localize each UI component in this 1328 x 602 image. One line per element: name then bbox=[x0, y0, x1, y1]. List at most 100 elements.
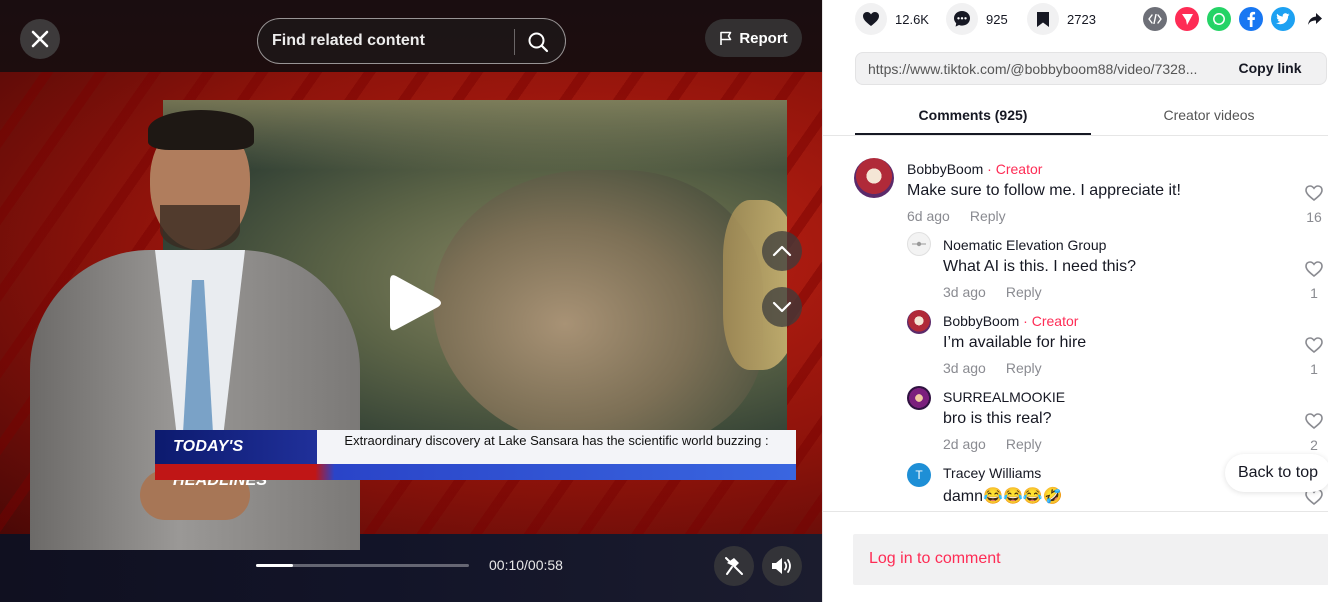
reply-button[interactable]: Reply bbox=[1006, 436, 1042, 452]
tiktok-video-page: TODAY'S HEADLINES Extraordinary discover… bbox=[0, 0, 1328, 602]
video-time: 00:10/00:58 bbox=[489, 557, 563, 573]
comment-meta: 3d ago Reply bbox=[943, 360, 1042, 376]
like-action[interactable]: 12.6K bbox=[855, 2, 929, 36]
embed-button[interactable] bbox=[1143, 7, 1167, 31]
floating-player-icon bbox=[725, 557, 743, 575]
anchor-beard bbox=[160, 205, 240, 250]
comment-like[interactable]: 1 bbox=[1303, 336, 1325, 377]
fish-fin bbox=[723, 200, 787, 370]
share-icons bbox=[1143, 7, 1327, 31]
whatsapp-icon bbox=[1213, 13, 1225, 25]
heart-outline-icon bbox=[1305, 261, 1323, 278]
video-player[interactable]: TODAY'S HEADLINES Extraordinary discover… bbox=[0, 0, 822, 602]
ticker-message: Extraordinary discovery at Lake Sansara … bbox=[317, 430, 796, 464]
side-tabs: Comments (925) Creator videos bbox=[855, 96, 1328, 136]
comment-like-count: 16 bbox=[1306, 209, 1322, 225]
comment-text: bro is this real? bbox=[943, 410, 1052, 427]
comment-time: 3d ago bbox=[943, 360, 986, 376]
comment-count: 925 bbox=[986, 11, 1008, 27]
comment-icon bbox=[954, 11, 970, 27]
facebook-icon bbox=[1247, 11, 1256, 27]
search-input[interactable] bbox=[272, 19, 508, 63]
avatar[interactable] bbox=[854, 158, 894, 198]
comment-text: damn😂😂😂🤣 bbox=[943, 488, 1063, 505]
comment-like[interactable]: 16 bbox=[1303, 184, 1325, 225]
save-button[interactable] bbox=[1027, 3, 1059, 35]
reply-button[interactable]: Reply bbox=[970, 208, 1006, 224]
video-progress-bar[interactable] bbox=[256, 564, 469, 567]
comment-author-name: SURREALMOOKIE bbox=[943, 389, 1066, 405]
comment-like-count: 1 bbox=[1310, 361, 1318, 377]
send-icon bbox=[1181, 13, 1193, 25]
comment-author-name: BobbyBoom bbox=[907, 161, 984, 177]
avatar[interactable] bbox=[907, 310, 931, 334]
close-button[interactable] bbox=[20, 19, 60, 59]
tab-comments[interactable]: Comments (925) bbox=[855, 96, 1091, 135]
volume-icon bbox=[772, 558, 791, 574]
login-to-comment-link[interactable]: Log in to comment bbox=[869, 550, 1001, 568]
comment-time: 3d ago bbox=[943, 284, 986, 300]
reply-item: Noematic Elevation Group What AI is this… bbox=[823, 232, 1328, 308]
comment-button[interactable] bbox=[946, 3, 978, 35]
heart-outline-icon bbox=[1305, 337, 1323, 354]
twitter-share-button[interactable] bbox=[1271, 7, 1295, 31]
bookmark-icon bbox=[1037, 11, 1049, 27]
comment-author[interactable]: BobbyBoom · Creator bbox=[907, 161, 1042, 177]
org-logo-icon bbox=[912, 241, 926, 247]
comment-like[interactable]: 2 bbox=[1303, 412, 1325, 453]
close-icon bbox=[31, 30, 49, 48]
heart-outline-icon bbox=[1305, 413, 1323, 430]
creator-badge: · Creator bbox=[1023, 313, 1079, 329]
ticker-tag: TODAY'S HEADLINES bbox=[155, 430, 317, 489]
heart-outline-icon bbox=[1305, 185, 1323, 202]
comment-author-name: Noematic Elevation Group bbox=[943, 237, 1107, 253]
video-progress-fill bbox=[256, 564, 293, 567]
avatar[interactable] bbox=[907, 232, 931, 256]
avatar[interactable]: T bbox=[907, 463, 931, 487]
more-share-button[interactable] bbox=[1303, 7, 1327, 31]
comment-author[interactable]: Noematic Elevation Group bbox=[943, 237, 1106, 253]
avatar[interactable] bbox=[907, 386, 931, 410]
whatsapp-share-button[interactable] bbox=[1207, 7, 1231, 31]
comment-like-count: 2 bbox=[1310, 437, 1318, 453]
send-to-friends-button[interactable] bbox=[1175, 7, 1199, 31]
save-action[interactable]: 2723 bbox=[1027, 2, 1096, 36]
comment-footer-divider bbox=[823, 511, 1328, 512]
tab-creator-videos[interactable]: Creator videos bbox=[1091, 96, 1327, 135]
copy-link-button[interactable]: Copy link bbox=[1214, 53, 1326, 84]
comment-author-name: Tracey Williams bbox=[943, 465, 1042, 481]
login-to-comment-bar[interactable]: Log in to comment bbox=[853, 534, 1328, 585]
reply-button[interactable]: Reply bbox=[1006, 360, 1042, 376]
like-button[interactable] bbox=[855, 3, 887, 35]
search-button[interactable] bbox=[522, 26, 554, 58]
comment-like[interactable]: 1 bbox=[1303, 260, 1325, 301]
report-button[interactable]: Report bbox=[705, 19, 802, 57]
back-to-top-button[interactable]: Back to top bbox=[1225, 454, 1328, 492]
facebook-share-button[interactable] bbox=[1239, 7, 1263, 31]
comment-action[interactable]: 925 bbox=[946, 2, 1008, 36]
search-divider bbox=[514, 29, 515, 55]
creator-badge: · Creator bbox=[987, 161, 1043, 177]
play-icon[interactable] bbox=[388, 272, 444, 334]
volume-button[interactable] bbox=[762, 546, 802, 586]
video-link-box: https://www.tiktok.com/@bobbyboom88/vide… bbox=[855, 52, 1327, 85]
comment-text: Make sure to follow me. I appreciate it! bbox=[907, 182, 1181, 199]
side-panel: 12.6K 925 2723 https://www.tiktok.com/@b… bbox=[822, 0, 1328, 602]
like-count: 12.6K bbox=[895, 11, 929, 27]
video-url[interactable]: https://www.tiktok.com/@bobbyboom88/vide… bbox=[868, 61, 1208, 77]
embed-icon bbox=[1148, 14, 1162, 24]
previous-video-button[interactable] bbox=[762, 231, 802, 271]
next-video-button[interactable] bbox=[762, 287, 802, 327]
comment-author[interactable]: SURREALMOOKIE bbox=[943, 389, 1065, 405]
share-arrow-icon bbox=[1308, 13, 1322, 25]
comment-author[interactable]: Tracey Williams bbox=[943, 465, 1041, 481]
floating-player-button[interactable] bbox=[714, 546, 754, 586]
reply-button[interactable]: Reply bbox=[1006, 284, 1042, 300]
chevron-up-icon bbox=[772, 245, 792, 257]
search-bar[interactable] bbox=[257, 18, 566, 64]
report-label: Report bbox=[739, 29, 788, 47]
comment-meta: 6d ago Reply bbox=[907, 208, 1006, 224]
comment-meta: 2d ago Reply bbox=[943, 436, 1042, 452]
twitter-icon bbox=[1276, 13, 1290, 25]
comment-author[interactable]: BobbyBoom · Creator bbox=[943, 313, 1078, 329]
